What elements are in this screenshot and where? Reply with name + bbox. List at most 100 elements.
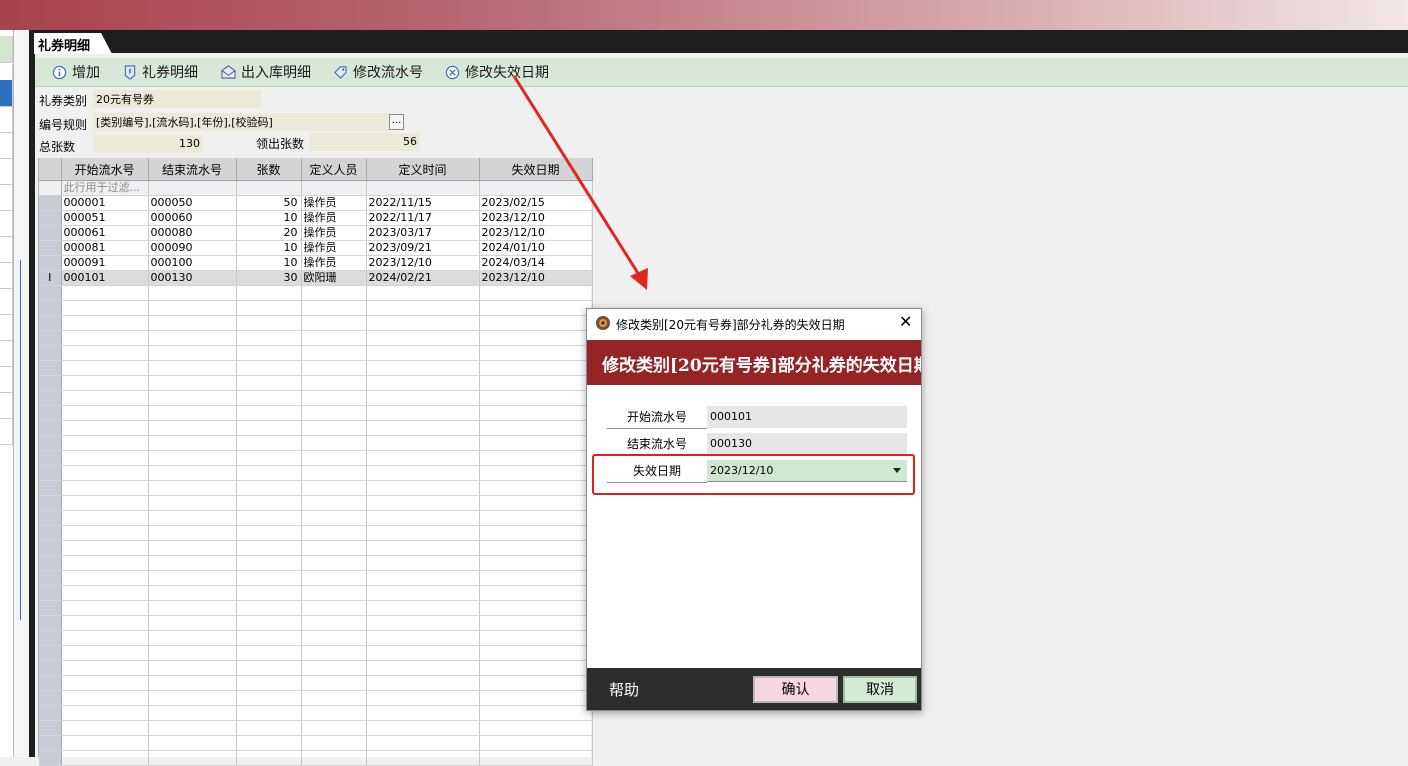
- nav-cell[interactable]: [0, 36, 13, 63]
- col-header-count[interactable]: 张数: [236, 158, 302, 181]
- nav-cell[interactable]: [0, 210, 13, 237]
- cell-end[interactable]: 000050: [148, 195, 237, 211]
- empty-cell: [236, 345, 302, 361]
- empty-cell: [479, 705, 593, 721]
- empty-row: [39, 480, 593, 496]
- cell-creator[interactable]: 操作员: [301, 195, 367, 211]
- help-link[interactable]: 帮助: [609, 679, 639, 700]
- edit-expiry-dialog[interactable]: 修改类别[20元有号券]部分礼券的失效日期 ✕ 修改类别[20元有号券]部分礼券…: [586, 308, 922, 711]
- empty-cell: [236, 645, 302, 661]
- cell-creator[interactable]: 欧阳珊: [301, 270, 367, 286]
- cell-end[interactable]: 000090: [148, 240, 237, 256]
- total-field[interactable]: 130: [93, 135, 203, 153]
- empty-cell: [39, 315, 62, 331]
- close-icon[interactable]: ✕: [899, 312, 912, 331]
- empty-cell: [148, 480, 237, 496]
- nav-cell-selected[interactable]: [0, 80, 13, 107]
- empty-cell: [366, 375, 480, 391]
- filter-cell[interactable]: [366, 180, 480, 196]
- empty-row: [39, 705, 593, 721]
- edit-serial-button[interactable]: 修改流水号: [333, 61, 423, 83]
- empty-cell: [301, 750, 367, 766]
- cell-creator[interactable]: 操作员: [301, 210, 367, 226]
- cell-end[interactable]: 000080: [148, 225, 237, 241]
- filter-cell[interactable]: [236, 180, 302, 196]
- cell-created-time[interactable]: 2024/02/21: [366, 270, 480, 286]
- empty-cell: [61, 735, 149, 751]
- empty-cell: [366, 630, 480, 646]
- filter-cell[interactable]: [301, 180, 367, 196]
- nav-cell[interactable]: [0, 158, 13, 185]
- confirm-button[interactable]: 确认: [753, 676, 838, 703]
- empty-cell: [479, 660, 593, 676]
- cell-start[interactable]: 000081: [61, 240, 149, 256]
- left-navigation-strip[interactable]: [0, 30, 14, 757]
- nav-cell[interactable]: [0, 340, 13, 367]
- cell-count[interactable]: 10: [236, 255, 302, 271]
- empty-row: [39, 735, 593, 751]
- nav-cell[interactable]: [0, 132, 13, 159]
- cell-start[interactable]: 000001: [61, 195, 149, 211]
- nav-cell[interactable]: [0, 262, 13, 289]
- cell-start[interactable]: 000051: [61, 210, 149, 226]
- empty-cell: [148, 465, 237, 481]
- voucher-detail-button[interactable]: 礼券明细: [123, 61, 198, 83]
- dialog-titlebar[interactable]: 修改类别[20元有号券]部分礼券的失效日期 ✕: [587, 309, 921, 337]
- empty-cell: [236, 720, 302, 736]
- nav-cell[interactable]: [0, 288, 13, 315]
- filter-cell[interactable]: [148, 180, 237, 196]
- cell-start[interactable]: 000101: [61, 270, 149, 286]
- cell-count[interactable]: 10: [236, 210, 302, 226]
- nav-cell[interactable]: [0, 392, 13, 419]
- filter-cell[interactable]: 此行用于过滤...: [61, 180, 149, 196]
- cell-start[interactable]: 000091: [61, 255, 149, 271]
- cell-count[interactable]: 10: [236, 240, 302, 256]
- cancel-button[interactable]: 取消: [843, 676, 917, 703]
- add-button[interactable]: 增加: [52, 61, 100, 83]
- cell-created-time[interactable]: 2023/09/21: [366, 240, 480, 256]
- nav-cell[interactable]: [0, 314, 13, 341]
- nav-cell[interactable]: [0, 366, 13, 393]
- nav-cell[interactable]: [0, 184, 13, 211]
- cell-created-time[interactable]: 2023/03/17: [366, 225, 480, 241]
- col-header-created-time[interactable]: 定义时间: [366, 158, 480, 181]
- empty-cell: [366, 720, 480, 736]
- inout-detail-button[interactable]: 出入库明细: [221, 61, 311, 83]
- cell-end[interactable]: 000100: [148, 255, 237, 271]
- start-serial-field[interactable]: 000101: [707, 406, 907, 428]
- cell-creator[interactable]: 操作员: [301, 240, 367, 256]
- nav-cell[interactable]: [0, 236, 13, 263]
- nav-cell[interactable]: [0, 418, 13, 445]
- empty-cell: [366, 285, 480, 301]
- cell-created-time[interactable]: 2023/12/10: [366, 255, 480, 271]
- cell-created-time[interactable]: 2022/11/15: [366, 195, 480, 211]
- issued-field[interactable]: 56: [310, 133, 420, 151]
- cell-creator[interactable]: 操作员: [301, 225, 367, 241]
- empty-cell: [301, 495, 367, 511]
- empty-cell: [236, 315, 302, 331]
- nav-cell[interactable]: [0, 106, 13, 133]
- end-serial-field[interactable]: 000130: [707, 433, 907, 455]
- cell-created-time[interactable]: 2022/11/17: [366, 210, 480, 226]
- splitter-handle[interactable]: [20, 260, 26, 620]
- cell-count[interactable]: 30: [236, 270, 302, 286]
- empty-cell: [301, 375, 367, 391]
- cell-start[interactable]: 000061: [61, 225, 149, 241]
- cell-end[interactable]: 000130: [148, 270, 237, 286]
- cell-end[interactable]: 000060: [148, 210, 237, 226]
- tab-gift-voucher-detail[interactable]: 礼券明细: [34, 33, 112, 54]
- cell-count[interactable]: 50: [236, 195, 302, 211]
- empty-cell: [301, 570, 367, 586]
- rule-field[interactable]: [类别编号],[流水码],[年份],[校验码]: [93, 113, 389, 131]
- cell-count[interactable]: 20: [236, 225, 302, 241]
- col-header-end[interactable]: 结束流水号: [148, 158, 237, 181]
- col-header-start[interactable]: 开始流水号: [61, 158, 149, 181]
- cell-creator[interactable]: 操作员: [301, 255, 367, 271]
- col-header-creator[interactable]: 定义人员: [301, 158, 367, 181]
- empty-cell: [39, 630, 62, 646]
- rule-browse-button[interactable]: ...: [389, 114, 404, 130]
- empty-cell: [61, 420, 149, 436]
- empty-cell: [148, 720, 237, 736]
- empty-row: [39, 690, 593, 706]
- category-field[interactable]: 20元有号券: [93, 90, 261, 108]
